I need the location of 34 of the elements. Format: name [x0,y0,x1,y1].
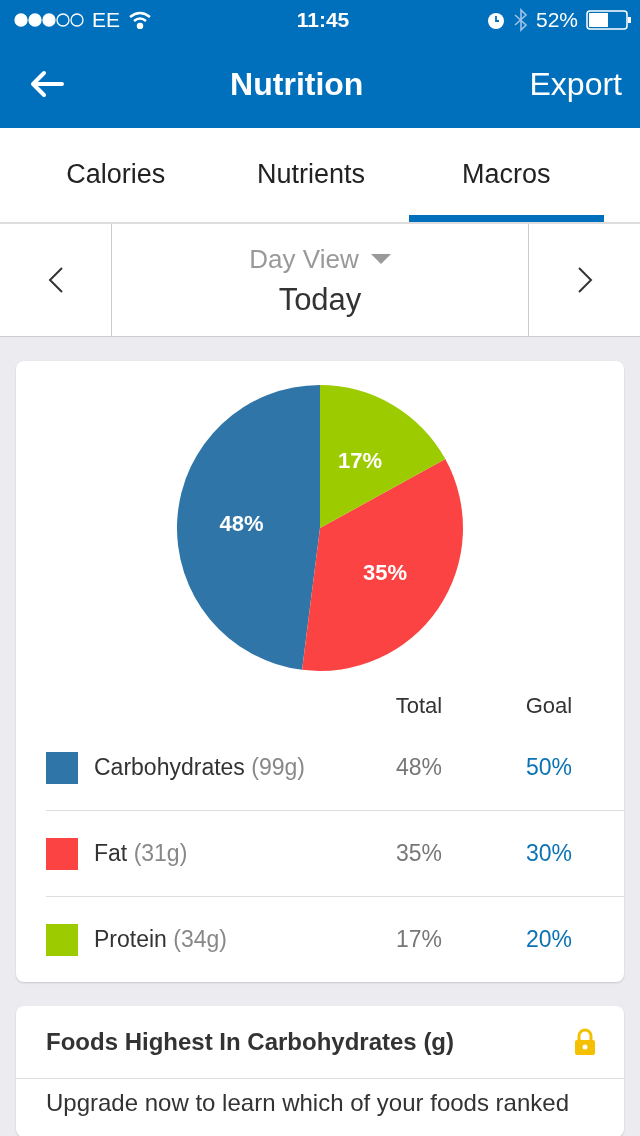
macro-name: Carbohydrates (99g) [94,754,305,781]
date-label: Today [278,281,362,318]
card-title: Foods Highest In Carbohydrates (g) [46,1028,455,1056]
caret-icon [370,254,391,264]
chevron-right-icon [576,266,593,294]
goal-percent: 50% [524,754,573,781]
lock-icon [574,1028,596,1056]
tab[interactable]: Calories [18,128,214,222]
chevron-left-icon [47,266,64,294]
upgrade-text: Upgrade now to learn which of your foods ranked [45,1088,570,1118]
goal-percent: 30% [524,840,573,867]
slice-label: 17% [338,448,383,474]
screen-title: Nutrition [229,65,365,103]
back-arrow-icon[interactable] [30,70,64,98]
bluetooth-icon [513,8,528,32]
goal-percent: 20% [524,926,573,953]
column-header: Total [394,693,444,719]
signal-icon [14,13,84,27]
battery-percent: 52% [535,8,578,32]
slice-label: 35% [363,560,408,586]
tab[interactable]: Nutrients [213,128,409,222]
slice-label: 48% [219,511,264,537]
clock-time: 11:45 [296,8,350,32]
total-percent: 17% [394,926,443,953]
battery-icon [586,10,632,30]
macro-name: Fat (31g) [94,840,188,867]
carrier-name: EE [92,8,120,32]
wifi-icon [128,11,152,29]
alarm-clock-icon [485,10,506,30]
export-link[interactable]: Export [529,65,622,103]
total-percent: 35% [394,840,443,867]
total-percent: 48% [394,754,443,781]
macro-name: Protein (34g) [94,926,227,953]
column-header: Goal [524,693,574,719]
